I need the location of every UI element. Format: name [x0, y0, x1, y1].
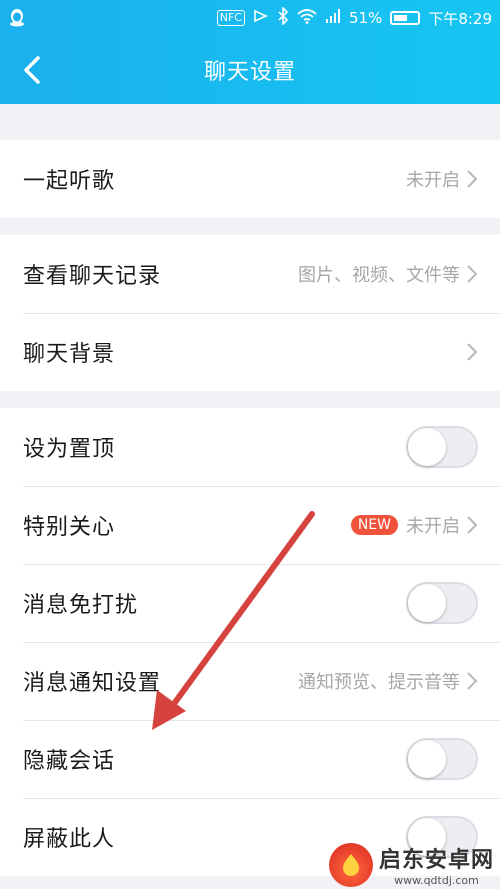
- qq-notification-icon: [8, 7, 26, 31]
- pin-top-toggle[interactable]: [406, 426, 478, 468]
- nfc-icon: NFC: [216, 10, 245, 26]
- watermark-name: 启东安卓网: [378, 848, 494, 873]
- toggle-knob: [408, 428, 446, 466]
- row-chat-background[interactable]: 聊天背景: [0, 313, 500, 391]
- chevron-right-icon: [467, 265, 478, 283]
- page-title: 聊天设置: [203, 60, 296, 85]
- row-value: 未开启: [406, 170, 460, 191]
- row-label: 消息通知设置: [23, 671, 162, 696]
- row-label: 消息免打扰: [23, 593, 139, 618]
- row-do-not-disturb: 消息免打扰: [0, 564, 500, 642]
- row-value: 通知预览、提示音等: [298, 672, 460, 693]
- toggle-knob: [408, 740, 446, 778]
- status-time: 下午8:29: [428, 9, 492, 28]
- battery-percent: 51%: [348, 9, 383, 27]
- watermark-logo-icon: [328, 842, 373, 887]
- row-chat-history[interactable]: 查看聊天记录 图片、视频、文件等: [0, 235, 500, 313]
- row-label: 查看聊天记录: [23, 264, 162, 289]
- row-label: 隐藏会话: [23, 749, 116, 774]
- row-hide-conversation: 隐藏会话: [0, 720, 500, 798]
- row-value: 未开启: [406, 516, 460, 537]
- new-badge: NEW: [350, 515, 398, 535]
- row-label: 一起听歌: [23, 169, 116, 194]
- row-special-care[interactable]: 特别关心 NEW 未开启: [0, 486, 500, 564]
- settings-group-chat: 设为置顶 特别关心 NEW 未开启 消息免打扰 消息通知设置 通知预览、提示音等…: [0, 408, 500, 876]
- row-label: 屏蔽此人: [23, 827, 116, 852]
- row-pin-top: 设为置顶: [0, 408, 500, 486]
- battery-icon: [390, 11, 421, 25]
- row-label: 特别关心: [23, 515, 116, 540]
- hide-conversation-toggle[interactable]: [406, 738, 478, 780]
- wifi-icon: [297, 8, 317, 28]
- chevron-right-icon: [467, 343, 478, 361]
- row-label: 聊天背景: [23, 342, 116, 367]
- row-notification-settings[interactable]: 消息通知设置 通知预览、提示音等: [0, 642, 500, 720]
- toggle-knob: [408, 584, 446, 622]
- chevron-right-icon: [467, 170, 478, 188]
- settings-group-history: 查看聊天记录 图片、视频、文件等 聊天背景: [0, 235, 500, 391]
- watermark-url: www.qdtdj.com: [394, 874, 479, 887]
- nav-bar: 聊天设置: [0, 34, 500, 104]
- watermark: 启东安卓网 www.qdtdj.com: [328, 842, 494, 887]
- vibrate-icon: [253, 8, 269, 28]
- do-not-disturb-toggle[interactable]: [406, 582, 478, 624]
- settings-group-music: 一起听歌 未开启: [0, 140, 500, 218]
- bluetooth-icon: [277, 6, 289, 29]
- signal-icon: [325, 8, 341, 28]
- status-bar: NFC 51% 下午8:29: [0, 0, 500, 34]
- row-listen-together[interactable]: 一起听歌 未开启: [0, 140, 500, 218]
- row-value: 图片、视频、文件等: [298, 265, 460, 286]
- row-label: 设为置顶: [23, 437, 116, 462]
- chevron-right-icon: [467, 672, 478, 690]
- chevron-right-icon: [467, 516, 478, 534]
